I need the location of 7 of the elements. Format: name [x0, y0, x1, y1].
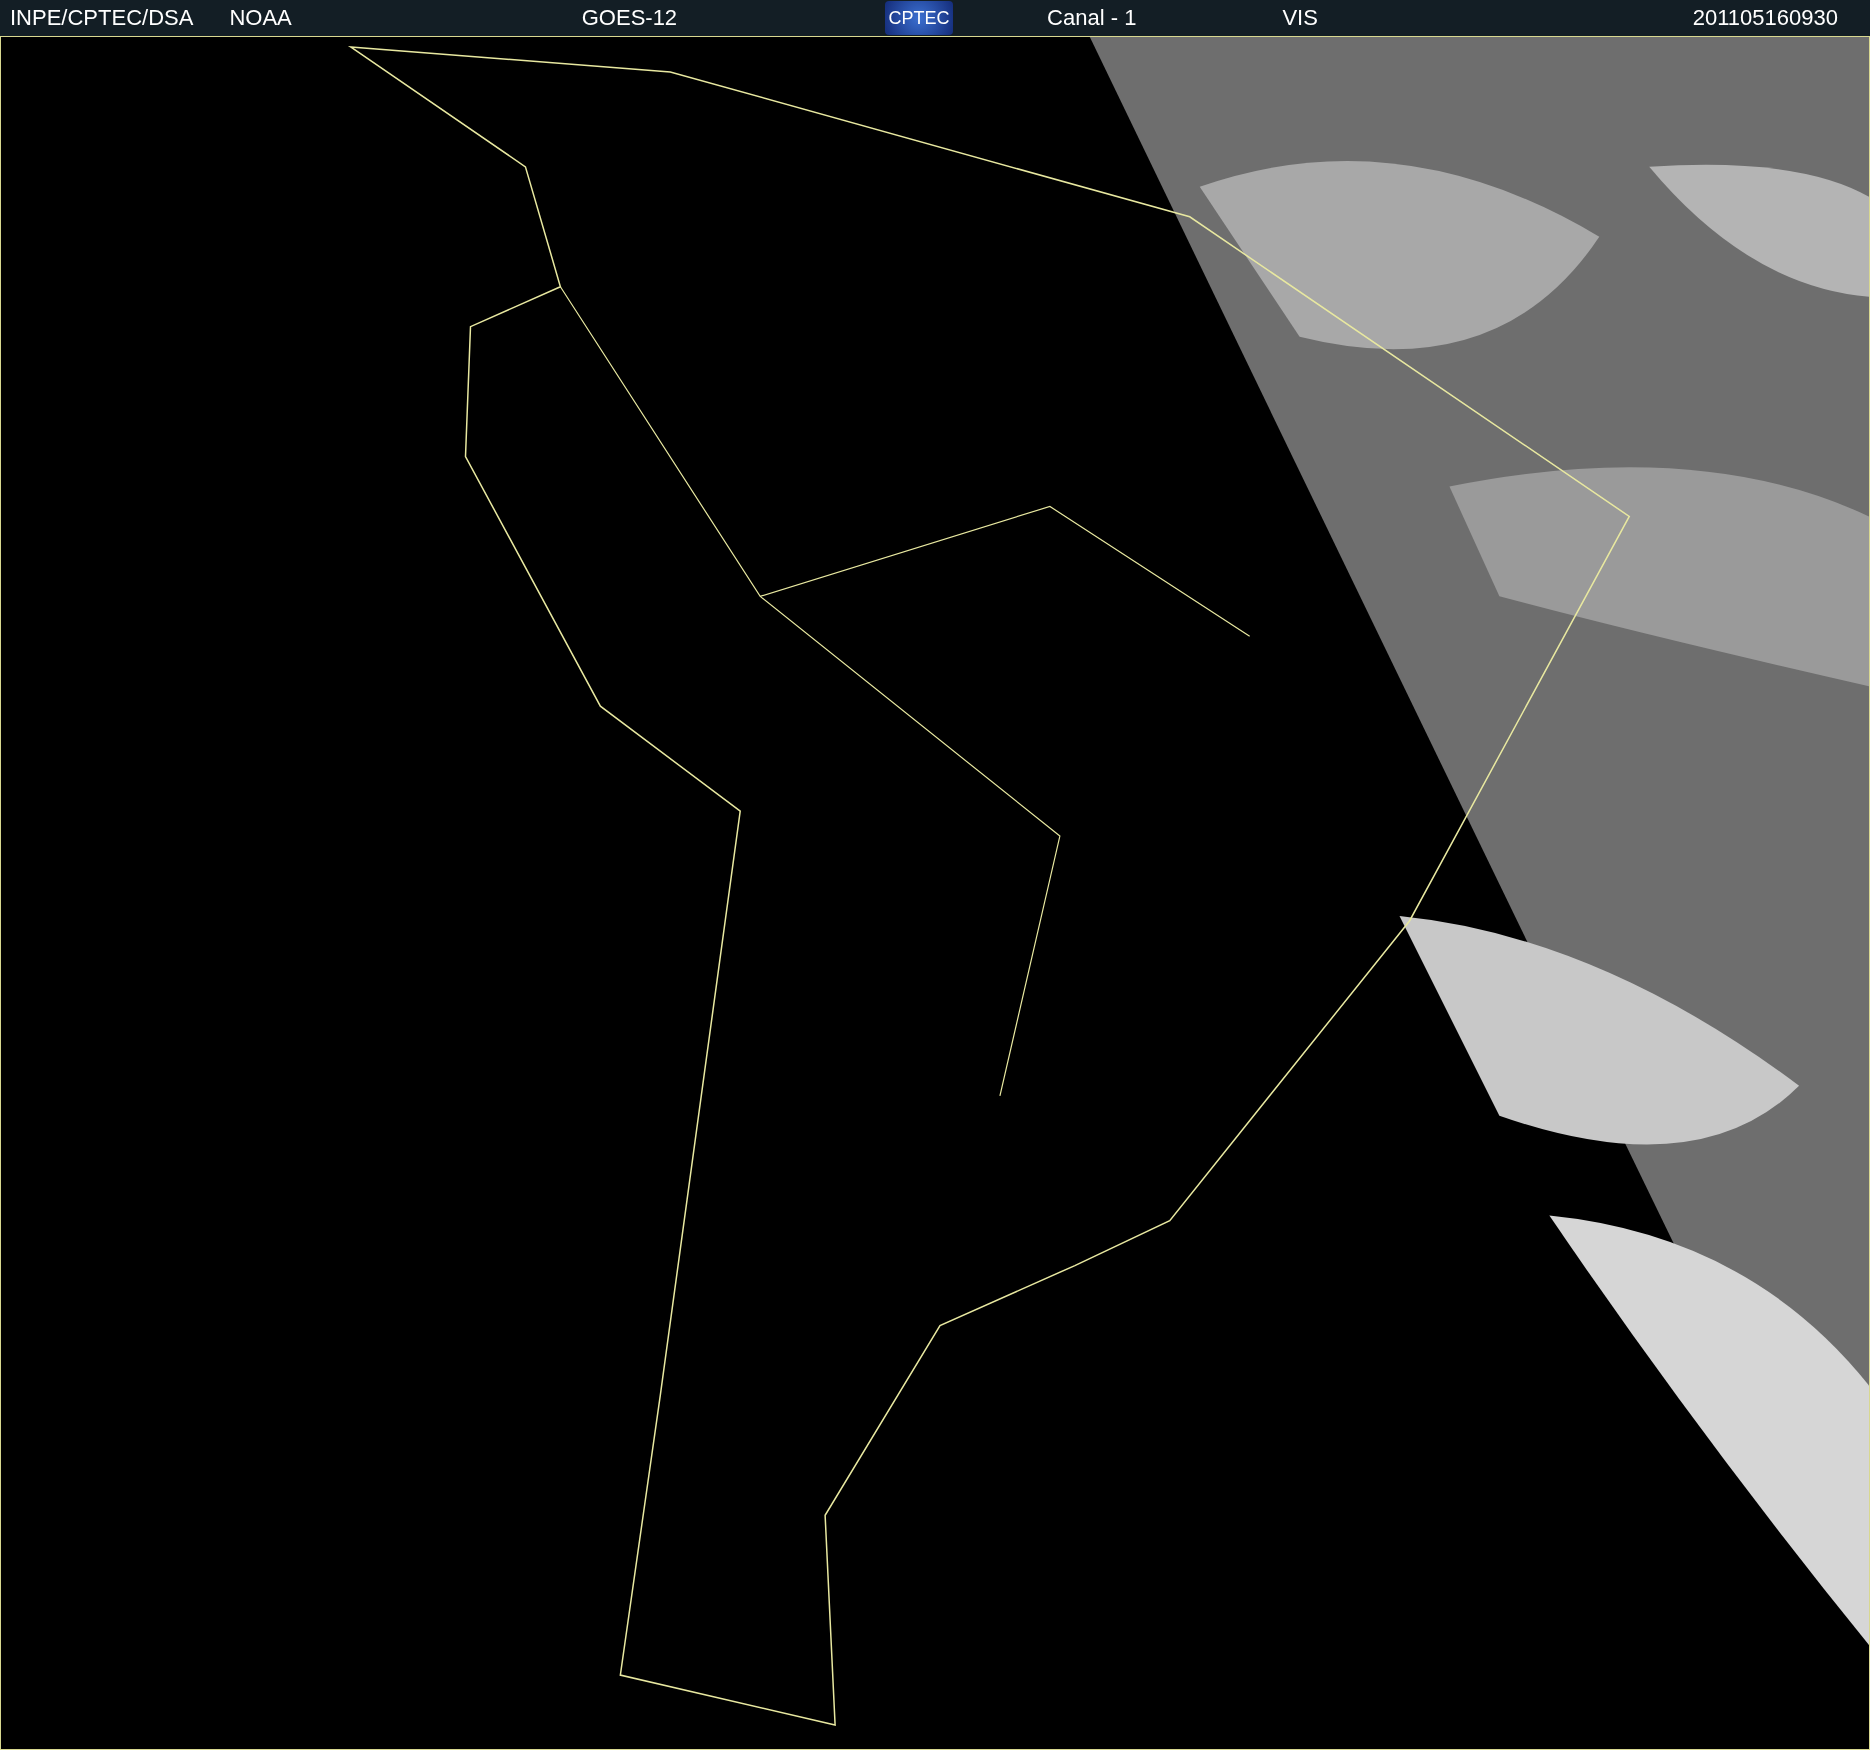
logo: CPTEC [885, 1, 954, 35]
channel-label: Canal - 1 [1047, 5, 1137, 31]
timestamp-label: 201105160930 [1692, 5, 1838, 31]
agency-label: NOAA [229, 5, 292, 31]
source-label: INPE/CPTEC/DSA [10, 5, 194, 31]
satellite-label: GOES-12 [581, 5, 678, 31]
band-label: VIS [1282, 5, 1318, 31]
